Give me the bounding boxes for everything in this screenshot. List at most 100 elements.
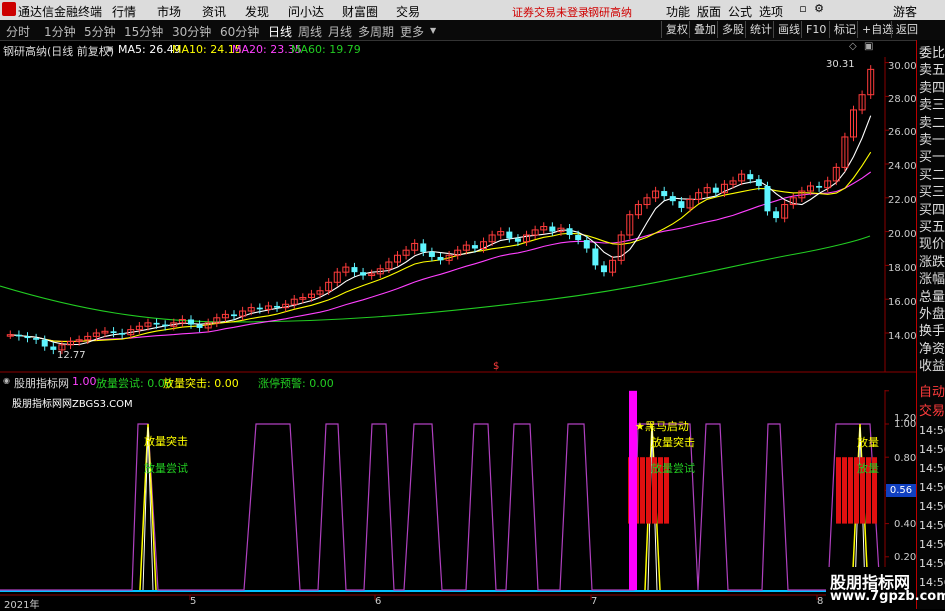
- candle-down: [661, 191, 668, 197]
- side-item: 卖三: [919, 98, 945, 114]
- candle-down: [351, 267, 358, 273]
- side-time: 14:56: [919, 443, 945, 456]
- changshi-label-2: 放量尝试: [651, 462, 695, 475]
- candle-down: [583, 240, 590, 249]
- high-price-label: 30.31: [826, 59, 855, 70]
- ma5-line: [10, 115, 872, 346]
- volume-red-bar: [640, 457, 645, 524]
- candle-down: [50, 346, 57, 350]
- candle-down: [119, 333, 126, 335]
- candle-down: [575, 234, 582, 241]
- low-price-label: 12.77: [57, 350, 86, 361]
- candle-down: [153, 322, 160, 325]
- candle-down: [187, 319, 194, 325]
- candle-down: [24, 336, 31, 339]
- side-time: 14:56: [919, 538, 945, 551]
- side-time: 14:56: [919, 500, 945, 513]
- candle-down: [506, 231, 513, 239]
- watermark-box: 股朋指标网 www.7gpzb.com: [826, 567, 945, 607]
- candle-down: [549, 226, 556, 232]
- kline-chart[interactable]: [0, 0, 916, 609]
- side-item: 换手: [919, 324, 945, 340]
- ind-y-tick: 1.00: [894, 419, 917, 430]
- watermark-url: www.7gpzb.com: [830, 589, 945, 604]
- side-item: 买二: [919, 167, 945, 183]
- side-item: 涨跌: [919, 254, 945, 270]
- tuji-label-3: 放量: [857, 436, 879, 449]
- side-item: 卖二: [919, 115, 945, 131]
- candle-down: [231, 314, 238, 317]
- side-time: 14:56: [919, 557, 945, 570]
- candle-down: [566, 228, 573, 235]
- candle-down: [592, 248, 599, 266]
- indicator-settings-icon[interactable]: ◉: [3, 376, 10, 385]
- y-tick-label: 14.00: [888, 331, 917, 342]
- side-item: 卖一: [919, 133, 945, 148]
- candle-down: [764, 185, 771, 212]
- y-tick-label: 20.00: [888, 229, 917, 240]
- dollar-marker: $: [493, 361, 500, 372]
- side-item: 委比: [919, 46, 945, 61]
- diamond-icon[interactable]: ◇: [849, 41, 857, 52]
- side-item-trade[interactable]: 自动: [919, 385, 945, 401]
- tuji-label-1: 放量突击: [144, 435, 188, 448]
- candle-down: [755, 179, 762, 186]
- close-chart-icon[interactable]: ▣: [864, 41, 873, 52]
- side-item: 买一: [919, 150, 945, 166]
- side-time: 14:56: [919, 424, 945, 437]
- indicator-tuji: 放量突击: 0.00: [163, 377, 239, 390]
- side-item: 涨幅: [919, 272, 945, 288]
- y-tick-label: 16.00: [888, 297, 917, 308]
- indicator-name: 股朋指标网: [14, 377, 69, 390]
- ma60-line: [0, 235, 871, 323]
- candle-down: [773, 211, 780, 219]
- candle-down: [678, 201, 685, 208]
- y-tick-label: 30.00: [888, 61, 917, 72]
- candle-down: [669, 196, 676, 202]
- side-item: 现价: [919, 237, 945, 253]
- indicator-value: 1.00: [72, 375, 97, 388]
- side-item: 买五: [919, 220, 945, 235]
- candle-down: [712, 187, 719, 193]
- candle-down: [41, 339, 48, 347]
- changshi-label-3: 放量: [857, 462, 879, 475]
- candle-down: [420, 243, 427, 252]
- changshi-label-1: 放量尝试: [144, 462, 188, 475]
- candle-down: [428, 251, 435, 257]
- side-item-trade[interactable]: 交易: [919, 404, 945, 420]
- volume-red-bar: [836, 457, 841, 524]
- indicator-site: 股朋指标网网ZBGS3.COM: [12, 399, 133, 410]
- y-tick-label: 26.00: [888, 127, 917, 138]
- side-item: 外盘: [919, 307, 945, 322]
- side-item: 卖四: [919, 80, 945, 96]
- y-tick-label: 22.00: [888, 195, 917, 206]
- side-item: 买四: [919, 202, 945, 218]
- ind-y-tick: 0.40: [894, 519, 917, 530]
- candle-down: [514, 238, 521, 242]
- side-item: 总量: [919, 289, 945, 305]
- heima-label: ★黑马启动: [635, 420, 689, 433]
- candle-down: [747, 174, 754, 180]
- x-label-may: 5: [190, 596, 197, 607]
- tuji-label-2: 放量突击: [651, 436, 695, 449]
- quote-side-panel: 委比 卖五 卖四 卖三 卖二 卖一 买一 买二 买三 买四 买五 现价 涨跌 涨幅 总量 外盘 换手 净资 收益 自动…: [916, 40, 945, 609]
- side-item: 买三: [919, 185, 945, 201]
- candle-down: [437, 256, 444, 261]
- candle-down: [196, 324, 203, 328]
- side-time: 14:56: [919, 481, 945, 494]
- candle-down: [256, 307, 263, 310]
- y-tick-label: 18.00: [888, 263, 917, 274]
- indicator-zhangting: 涨停预警: 0.00: [258, 377, 334, 390]
- candle-down: [471, 245, 478, 249]
- side-time: 14:56: [919, 519, 945, 532]
- current-value-badge: 0.56: [886, 484, 916, 497]
- volume-red-bar: [848, 457, 853, 524]
- candle-down: [162, 324, 169, 327]
- volume-red-bar: [842, 457, 847, 524]
- x-label-jul: 7: [591, 596, 598, 607]
- ind-y-tick: 0.20: [894, 552, 917, 563]
- y-tick-label: 24.00: [888, 161, 917, 172]
- candle-down: [110, 331, 117, 333]
- candle-down: [15, 334, 22, 337]
- side-item: 净资: [919, 341, 945, 357]
